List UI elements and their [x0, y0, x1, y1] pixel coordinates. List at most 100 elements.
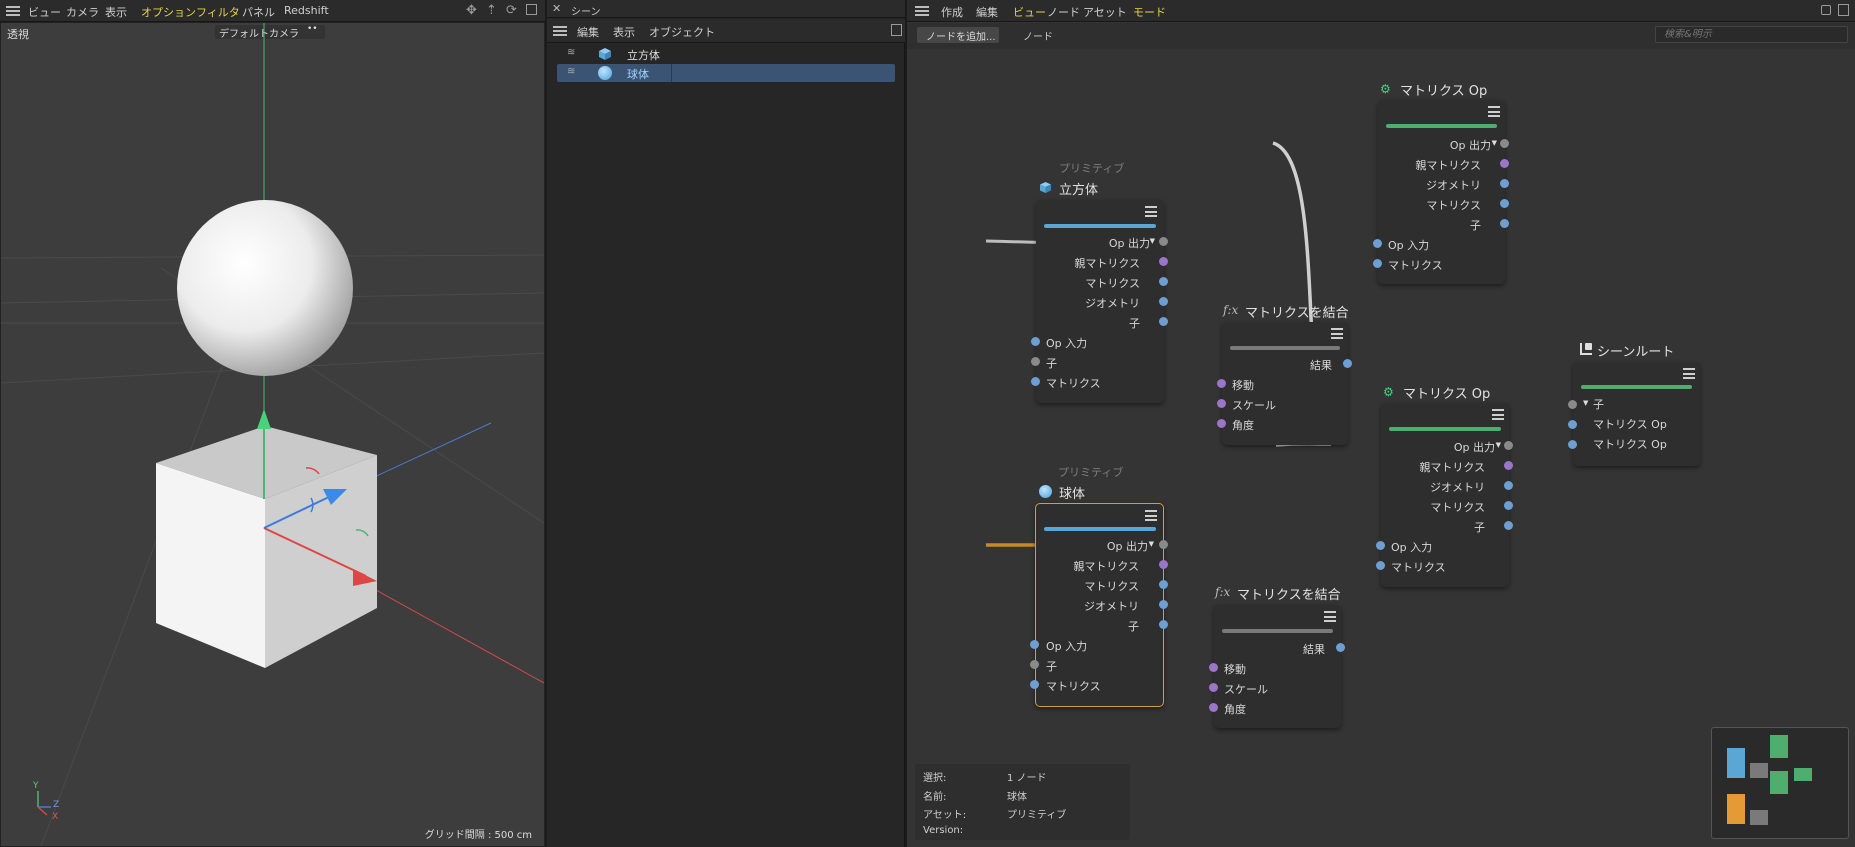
ne-menu-asset[interactable]: アセット: [1083, 4, 1127, 20]
output-port[interactable]: [1159, 560, 1168, 569]
port-label: 子: [1470, 219, 1481, 232]
node-menu-icon[interactable]: [1145, 510, 1157, 521]
node-menu-icon[interactable]: [1324, 611, 1336, 622]
combine-matrix-node-2[interactable]: 結果 移動 スケール 角度: [1214, 605, 1341, 728]
ne-menu-create[interactable]: 作成: [941, 4, 963, 20]
input-port[interactable]: [1217, 379, 1226, 388]
ne-menu-node[interactable]: ノード: [1047, 4, 1080, 20]
menu-options[interactable]: オプション: [141, 4, 196, 20]
dock-panel-icon[interactable]: [1838, 4, 1849, 16]
input-port[interactable]: [1376, 541, 1385, 550]
lock-icon[interactable]: [1821, 5, 1831, 15]
outliner-item-cube[interactable]: ≋ 立方体: [557, 45, 895, 63]
output-port[interactable]: [1159, 257, 1168, 266]
cube-node[interactable]: Op 出力 ▼ 親マトリクス マトリクス ジオメトリ 子 Op 入力 子 マトリ…: [1036, 200, 1164, 403]
output-port[interactable]: [1343, 359, 1352, 368]
output-port[interactable]: [1159, 620, 1168, 629]
combine-matrix-node-1[interactable]: 結果 移動 スケール 角度: [1222, 322, 1348, 445]
input-port[interactable]: [1217, 399, 1226, 408]
node-menu-icon[interactable]: [1331, 328, 1343, 339]
node-menu-icon[interactable]: [1492, 409, 1504, 420]
input-port[interactable]: [1568, 400, 1577, 409]
node-editor-menu-icon[interactable]: [915, 6, 929, 16]
output-port[interactable]: [1159, 600, 1168, 609]
rotate-view-icon[interactable]: ⟳: [506, 3, 517, 18]
output-port[interactable]: [1504, 461, 1513, 470]
outliner-menu-icon[interactable]: [553, 26, 567, 36]
scene-root-node[interactable]: ▼ 子 マトリクス Op マトリクス Op: [1573, 362, 1700, 466]
input-port[interactable]: [1568, 440, 1577, 449]
node-tab[interactable]: ノード: [1023, 28, 1053, 43]
input-port[interactable]: [1030, 640, 1039, 649]
output-port[interactable]: [1504, 521, 1513, 530]
menu-panel[interactable]: パネル: [242, 4, 275, 20]
3d-viewport[interactable]: 透視 デフォルトカメラ •• Y Z X グリッド間隔: 500 cm: [0, 22, 545, 847]
minimap-node: [1727, 794, 1745, 824]
dolly-view-icon[interactable]: ⇡: [486, 3, 497, 18]
input-port[interactable]: [1030, 660, 1039, 669]
input-port[interactable]: [1568, 420, 1577, 429]
output-port[interactable]: [1159, 237, 1168, 246]
output-port[interactable]: [1159, 580, 1168, 589]
output-port[interactable]: [1504, 481, 1513, 490]
input-port[interactable]: [1209, 683, 1218, 692]
node-menu-icon[interactable]: [1145, 206, 1157, 217]
output-port[interactable]: [1159, 297, 1168, 306]
sphere-node[interactable]: Op 出力 ▼ 親マトリクス マトリクス ジオメトリ 子 Op 入力 子 マトリ…: [1035, 503, 1164, 707]
outliner-menu-edit[interactable]: 編集: [577, 24, 599, 40]
ne-menu-mode[interactable]: モード: [1133, 4, 1166, 20]
input-port[interactable]: [1376, 561, 1385, 570]
cube-left-face: [156, 463, 265, 668]
port-label: 結果: [1310, 359, 1332, 372]
input-port[interactable]: [1031, 377, 1040, 386]
output-port[interactable]: [1504, 441, 1513, 450]
info-name-label: 名前:: [923, 792, 947, 803]
node-menu-icon[interactable]: [1683, 368, 1695, 379]
output-port[interactable]: [1500, 159, 1509, 168]
output-port[interactable]: [1500, 179, 1509, 188]
menu-redshift[interactable]: Redshift: [284, 4, 329, 17]
input-port[interactable]: [1031, 337, 1040, 346]
input-port[interactable]: [1030, 680, 1039, 689]
port-label: 子: [1128, 620, 1139, 633]
output-port[interactable]: [1500, 199, 1509, 208]
output-port[interactable]: [1159, 317, 1168, 326]
menu-camera[interactable]: カメラ: [66, 4, 99, 20]
output-port[interactable]: [1500, 139, 1509, 148]
output-port[interactable]: [1159, 277, 1168, 286]
input-port[interactable]: [1373, 239, 1382, 248]
port-label: 子: [1046, 357, 1057, 370]
input-port[interactable]: [1209, 663, 1218, 672]
outliner-item-sphere[interactable]: ≋ 球体: [557, 64, 895, 82]
input-port[interactable]: [1217, 419, 1226, 428]
output-port[interactable]: [1159, 540, 1168, 549]
outliner-menu-display[interactable]: 表示: [613, 24, 635, 40]
port-label: 移動: [1224, 663, 1246, 676]
output-port[interactable]: [1504, 501, 1513, 510]
ne-menu-edit[interactable]: 編集: [976, 4, 998, 20]
port-label: 親マトリクス: [1074, 257, 1140, 270]
menu-view[interactable]: ビュー: [28, 4, 61, 20]
node-editor[interactable]: 作成 編集 ビュー ノード アセット モード ノードを追加... ノード プリミ…: [907, 0, 1855, 847]
outliner-menu-object[interactable]: オブジェクト: [649, 24, 715, 40]
menu-display[interactable]: 表示: [105, 4, 127, 20]
viewport-menu-icon[interactable]: [6, 6, 20, 16]
move-view-icon[interactable]: ✥: [466, 3, 477, 18]
maximize-view-icon[interactable]: [526, 4, 537, 15]
navigator-minimap[interactable]: [1711, 727, 1849, 839]
input-port[interactable]: [1209, 703, 1218, 712]
matrix-op-node-1[interactable]: Op 出力 ▼ 親マトリクス ジオメトリ マトリクス 子 Op 入力 マトリクス: [1378, 100, 1505, 284]
menu-filter[interactable]: フィルタ: [196, 4, 240, 20]
search-input[interactable]: [1655, 26, 1848, 43]
ne-menu-view[interactable]: ビュー: [1013, 4, 1046, 20]
dock-panel-icon[interactable]: [891, 24, 902, 36]
input-port[interactable]: [1031, 357, 1040, 366]
node-menu-icon[interactable]: [1488, 106, 1500, 117]
output-port[interactable]: [1336, 643, 1345, 652]
matrix-op-node-2[interactable]: Op 出力 ▼ 親マトリクス ジオメトリ マトリクス 子 Op 入力 マトリクス: [1381, 403, 1509, 587]
expand-arrow-icon[interactable]: ▼: [1583, 399, 1588, 407]
input-port[interactable]: [1373, 259, 1382, 268]
add-node-button[interactable]: ノードを追加...: [917, 27, 999, 43]
close-icon[interactable]: ✕: [552, 2, 561, 15]
output-port[interactable]: [1500, 219, 1509, 228]
